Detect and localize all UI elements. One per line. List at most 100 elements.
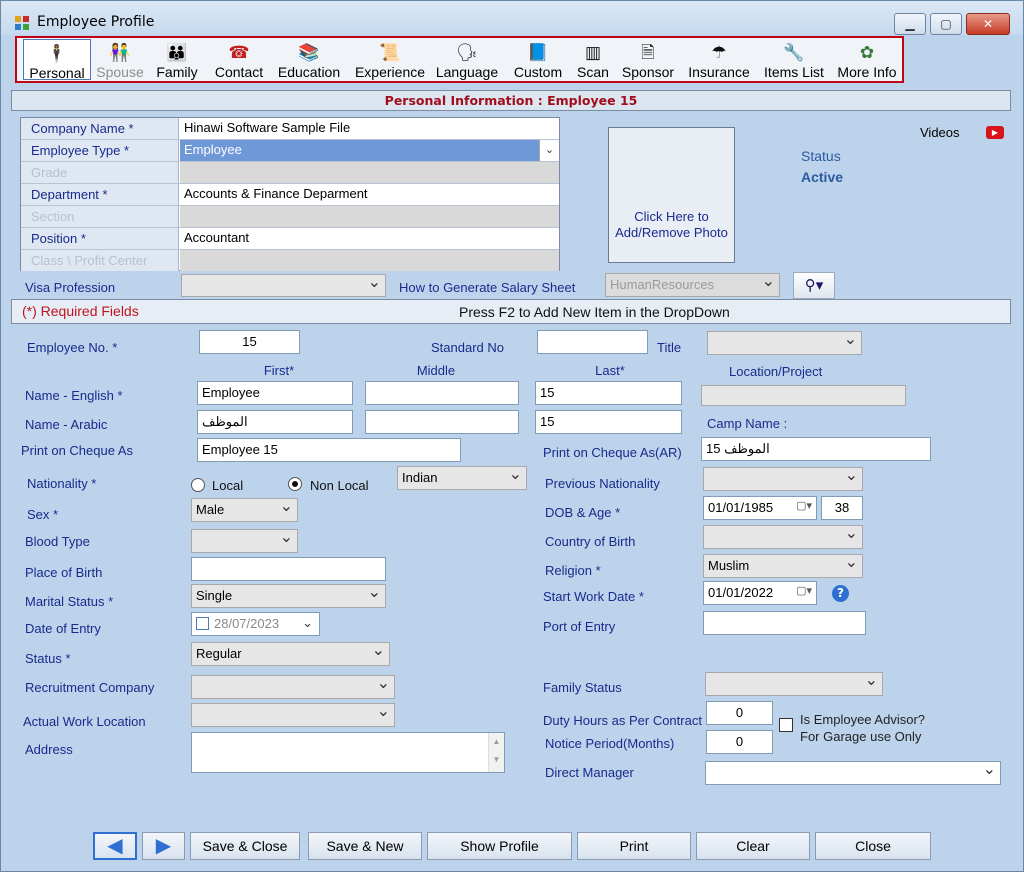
next-record-button[interactable]: ▶ — [142, 832, 185, 860]
employee-advisor-checkbox[interactable] — [779, 718, 793, 732]
tab-label: Sponsor — [621, 64, 675, 80]
location-project-field[interactable] — [701, 385, 906, 406]
photo-box[interactable]: Click Here to Add/Remove Photo — [608, 127, 735, 263]
salary-sheet-select[interactable]: HumanResources — [605, 273, 780, 297]
local-radio[interactable] — [191, 478, 205, 492]
non-local-radio-label: Non Local — [310, 478, 369, 493]
duty-hours-input[interactable]: 0 — [706, 701, 773, 725]
grid-label: Department * — [21, 184, 179, 205]
required-fields-note: (*) Required Fields — [22, 303, 139, 319]
chevron-down-icon — [368, 277, 381, 290]
tab-custom[interactable]: 📘 Custom — [509, 39, 567, 80]
title-select[interactable] — [707, 331, 862, 355]
tab-contact[interactable]: ☎ Contact — [207, 39, 271, 80]
youtube-icon[interactable]: ▶ — [986, 126, 1004, 139]
tab-experience[interactable]: 📜 Experience — [349, 39, 431, 80]
checkbox-icon[interactable] — [196, 617, 209, 630]
start-work-date-picker[interactable]: 01/01/2022 ▢▾ — [703, 581, 817, 605]
tab-label: Experience — [354, 64, 426, 80]
recruitment-company-select[interactable] — [191, 675, 395, 699]
calendar-icon[interactable]: ▢▾ — [796, 499, 812, 512]
tab-items-list[interactable]: 🔧 Items List — [759, 39, 829, 80]
save-new-button[interactable]: Save & New — [308, 832, 422, 860]
marital-status-select[interactable]: Single — [191, 584, 386, 608]
sex-select[interactable]: Male — [191, 498, 298, 522]
tab-education[interactable]: 📚 Education — [273, 39, 345, 80]
minimize-button[interactable]: ▁ — [894, 13, 926, 35]
blood-type-select[interactable] — [191, 529, 298, 553]
last-name-english-input[interactable]: 15 — [535, 381, 682, 405]
department-field[interactable]: Accounts & Finance Deparment — [180, 184, 559, 205]
scrollbar[interactable]: ▲ ▼ — [488, 733, 504, 772]
language-icon: 🗣 — [456, 43, 478, 62]
previous-record-button[interactable]: ◀ — [93, 832, 137, 860]
umbrella-icon: ☂ — [711, 43, 727, 62]
employment-status-select[interactable]: Regular — [191, 642, 390, 666]
tab-sponsor[interactable]: 🗎 Sponsor — [617, 39, 679, 80]
close-window-button[interactable]: ✕ — [966, 13, 1010, 35]
place-of-birth-input[interactable] — [191, 557, 386, 581]
print-cheque-ar-input[interactable]: الموظف 15 — [701, 437, 931, 461]
company-name-field[interactable]: Hinawi Software Sample File — [180, 118, 559, 139]
standard-no-input[interactable] — [537, 330, 648, 354]
address-textarea[interactable]: ▲ ▼ — [191, 732, 505, 773]
telephone-icon: ☎ — [228, 43, 250, 62]
clear-button[interactable]: Clear — [696, 832, 810, 860]
certificate-icon: 📜 — [379, 43, 401, 62]
tab-insurance[interactable]: ☂ Insurance — [683, 39, 755, 80]
previous-nationality-select[interactable] — [703, 467, 863, 491]
print-cheque-input[interactable]: Employee 15 — [197, 438, 461, 462]
employee-type-value: Employee — [184, 142, 242, 157]
close-button[interactable]: Close — [815, 832, 931, 860]
family-status-label: Family Status — [543, 680, 622, 695]
chevron-down-icon — [368, 587, 381, 600]
first-name-english-input[interactable]: Employee — [197, 381, 353, 405]
middle-name-arabic-input[interactable] — [365, 410, 519, 434]
nationality-select[interactable]: Indian — [397, 466, 527, 490]
age-field[interactable]: 38 — [821, 496, 863, 520]
employee-profile-window: Employee Profile ▁ ▢ ✕ 🕴 Personal 👫 Spouse… — [0, 0, 1024, 872]
calendar-icon[interactable]: ▢▾ — [796, 584, 812, 597]
family-status-select[interactable] — [705, 672, 883, 696]
tab-label: Personal — [29, 65, 85, 81]
port-of-entry-input[interactable] — [703, 611, 866, 635]
tab-family[interactable]: 👪 Family — [151, 39, 203, 80]
country-of-birth-select[interactable] — [703, 525, 863, 549]
direct-manager-select[interactable] — [705, 761, 1001, 785]
tab-scan[interactable]: ▥ Scan — [571, 39, 615, 80]
first-name-arabic-input[interactable]: الموظف — [197, 410, 353, 434]
grid-row-position: Position * Accountant — [21, 228, 559, 250]
actual-work-location-select[interactable] — [191, 703, 395, 727]
tab-language[interactable]: 🗣 Language — [433, 39, 501, 80]
sex-label: Sex * — [27, 507, 59, 522]
employee-type-select[interactable]: Employee ⌄ — [180, 140, 559, 161]
last-name-arabic-input[interactable]: 15 — [535, 410, 682, 434]
non-local-radio[interactable] — [288, 477, 302, 491]
visa-profession-select[interactable] — [181, 274, 386, 297]
help-icon[interactable]: ? — [832, 585, 849, 602]
tab-label: More Info — [837, 64, 897, 80]
chevron-down-icon[interactable]: ⌄ — [539, 140, 559, 161]
tab-more-info[interactable]: ✿ More Info — [833, 39, 901, 80]
tab-spouse[interactable]: 👫 Spouse — [93, 39, 147, 80]
religion-select[interactable]: Muslim — [703, 554, 863, 578]
middle-name-english-input[interactable] — [365, 381, 519, 405]
employee-no-input[interactable]: 15 — [199, 330, 300, 354]
grid-row-section: Section — [21, 206, 559, 228]
position-field[interactable]: Accountant — [180, 228, 559, 249]
dob-date-picker[interactable]: 01/01/1985 ▢▾ — [703, 496, 817, 520]
chevron-down-icon — [280, 532, 293, 545]
print-button[interactable]: Print — [577, 832, 691, 860]
actual-work-location-label: Actual Work Location — [23, 714, 146, 729]
arrow-left-icon: ◀ — [107, 835, 123, 857]
notice-period-input[interactable]: 0 — [706, 730, 773, 754]
employment-status-value: Regular — [196, 646, 242, 661]
show-profile-button[interactable]: Show Profile — [427, 832, 572, 860]
start-work-date-label: Start Work Date * — [543, 589, 644, 604]
save-close-button[interactable]: Save & Close — [190, 832, 300, 860]
employee-no-label: Employee No. * — [27, 340, 118, 355]
binoculars-button[interactable]: ⚲▾ — [793, 272, 835, 299]
tab-personal[interactable]: 🕴 Personal — [23, 39, 91, 81]
date-of-entry-picker[interactable]: 28/07/2023 ⌄ — [191, 612, 320, 636]
maximize-button[interactable]: ▢ — [930, 13, 962, 35]
